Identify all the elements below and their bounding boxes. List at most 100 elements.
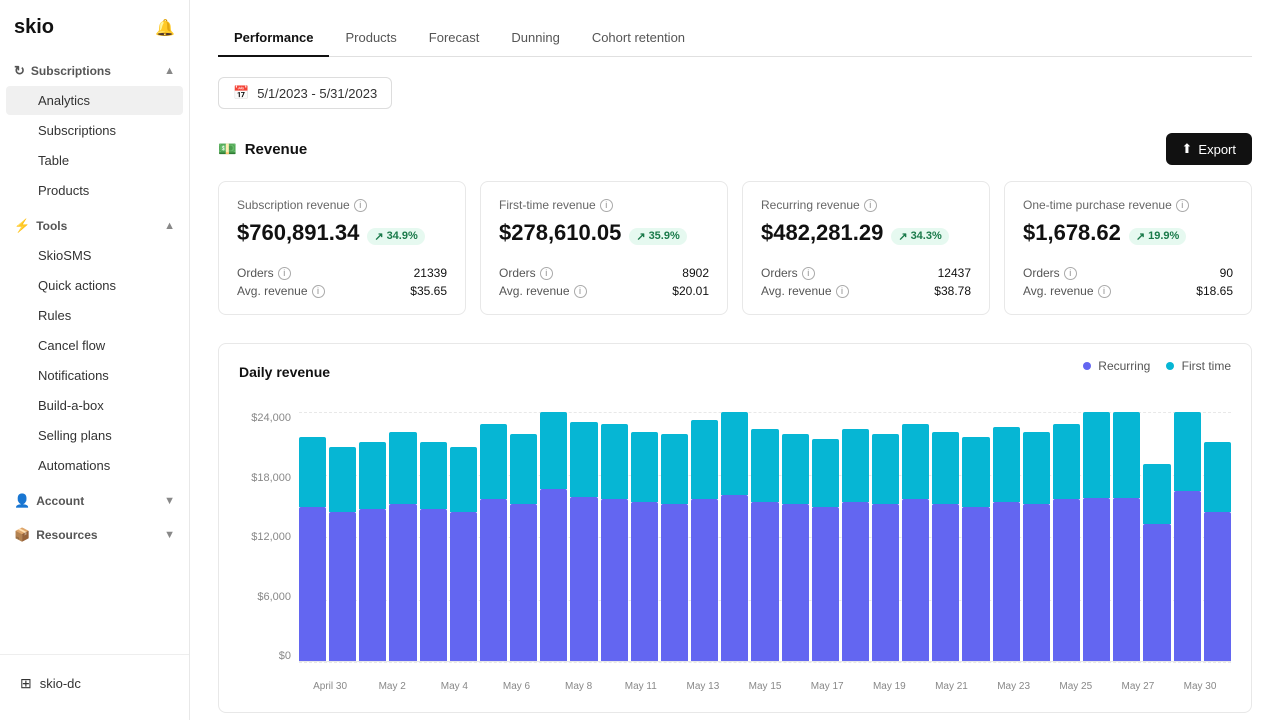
sidebar-item-notifications[interactable]: Notifications (6, 361, 183, 390)
chart-bar-group (420, 412, 447, 661)
sidebar-item-products[interactable]: Products (6, 176, 183, 205)
chart-y-axis: $24,000 $18,000 $12,000 $6,000 $0 (239, 412, 299, 662)
avg-info-icon[interactable]: i (312, 285, 325, 298)
orders-info-icon[interactable]: i (278, 267, 291, 280)
firsttime-info-icon[interactable]: i (600, 199, 613, 212)
chart-bar-group (359, 412, 386, 661)
chart-bar-group (902, 412, 929, 661)
x-axis-label: May 15 (734, 681, 796, 692)
bar-firsttime (721, 412, 748, 495)
sidebar: skio 🔔 ↻ Subscriptions ▲ Analytics Subsc… (0, 0, 190, 720)
sidebar-item-build-a-box[interactable]: Build-a-box (6, 391, 183, 420)
bar-recurring (359, 509, 386, 661)
ft-orders-info-icon[interactable]: i (540, 267, 553, 280)
bar-recurring (1023, 504, 1050, 661)
bar-recurring (1083, 498, 1110, 661)
badge-arrow-icon3: ↗ (898, 230, 907, 243)
recurring-stats: Orders i 12437 Avg. revenue i $38.78 (761, 266, 971, 298)
export-button[interactable]: ⬆ Export (1166, 133, 1252, 165)
sidebar-section-subscriptions: ↻ Subscriptions ▲ Analytics Subscription… (0, 55, 189, 206)
bar-recurring (510, 504, 537, 661)
bar-recurring (450, 512, 477, 661)
card-firsttime-label: First-time revenue i (499, 198, 709, 212)
firsttime-stats: Orders i 8902 Avg. revenue i $20.01 (499, 266, 709, 298)
chart-bar-group (842, 412, 869, 661)
legend-firsttime: First time (1166, 359, 1231, 373)
firsttime-badge: ↗ 35.9% (629, 228, 686, 245)
firsttime-avg-row: Avg. revenue i $20.01 (499, 284, 709, 298)
bar-firsttime (1023, 432, 1050, 504)
sidebar-item-skiosms[interactable]: SkioSMS (6, 241, 183, 270)
bar-firsttime (872, 434, 899, 504)
chart-bar-group (993, 412, 1020, 661)
revenue-title: Revenue (245, 141, 308, 158)
sidebar-item-analytics[interactable]: Analytics (6, 86, 183, 115)
x-axis-label: May 23 (983, 681, 1045, 692)
subscription-info-icon[interactable]: i (354, 199, 367, 212)
resources-section-header[interactable]: 📦 Resources ▼ (0, 519, 189, 549)
tab-products[interactable]: Products (329, 20, 412, 57)
chart-bar-group (1204, 412, 1231, 661)
card-onetime-value-row: $1,678.62 ↗ 19.9% (1023, 220, 1233, 252)
sidebar-item-subscriptions[interactable]: Subscriptions (6, 116, 183, 145)
account-section-header[interactable]: 👤 Account ▼ (0, 485, 189, 515)
bar-recurring (962, 507, 989, 661)
tools-section-header[interactable]: ⚡ Tools ▲ (0, 210, 189, 240)
bar-recurring (329, 512, 356, 661)
resources-section-label: 📦 Resources (14, 527, 98, 543)
tab-dunning[interactable]: Dunning (495, 20, 575, 57)
subscriptions-section-header[interactable]: ↻ Subscriptions ▲ (0, 55, 189, 85)
bar-recurring (299, 507, 326, 661)
sidebar-item-cancel-flow[interactable]: Cancel flow (6, 331, 183, 360)
onetime-info-icon[interactable]: i (1176, 199, 1189, 212)
bar-firsttime (902, 424, 929, 499)
store-switcher[interactable]: ⊞ skio-dc (10, 667, 179, 700)
tab-cohort-retention[interactable]: Cohort retention (576, 20, 701, 57)
rec-avg-info-icon[interactable]: i (836, 285, 849, 298)
bar-firsttime (812, 439, 839, 506)
date-range-picker[interactable]: 📅 5/1/2023 - 5/31/2023 (218, 77, 392, 109)
sidebar-item-quick-actions[interactable]: Quick actions (6, 271, 183, 300)
tab-performance[interactable]: Performance (218, 20, 329, 57)
chart-bar-group (601, 412, 628, 661)
chart-bar-group (510, 412, 537, 661)
chart-bar-group (721, 412, 748, 661)
x-axis-label: May 25 (1045, 681, 1107, 692)
bar-firsttime (329, 447, 356, 512)
sidebar-item-selling-plans[interactable]: Selling plans (6, 421, 183, 450)
sidebar-item-rules[interactable]: Rules (6, 301, 183, 330)
bar-recurring (902, 499, 929, 661)
rec-orders-info-icon[interactable]: i (802, 267, 815, 280)
ft-avg-info-icon[interactable]: i (574, 285, 587, 298)
tab-forecast[interactable]: Forecast (413, 20, 496, 57)
calendar-icon: 📅 (233, 85, 249, 101)
chart-bar-group (570, 412, 597, 661)
recurring-badge: ↗ 34.3% (891, 228, 948, 245)
x-axis-label: May 21 (920, 681, 982, 692)
recurring-info-icon[interactable]: i (864, 199, 877, 212)
bar-firsttime (1143, 464, 1170, 524)
bar-recurring (993, 502, 1020, 661)
badge-arrow-icon2: ↗ (636, 230, 645, 243)
firsttime-dot (1166, 362, 1174, 370)
ot-avg-info-icon[interactable]: i (1098, 285, 1111, 298)
bar-firsttime (962, 437, 989, 507)
bar-firsttime (601, 424, 628, 499)
bar-firsttime (570, 422, 597, 497)
tools-chevron: ▲ (164, 220, 175, 232)
bar-firsttime (1113, 412, 1140, 498)
revenue-card-recurring: Recurring revenue i $482,281.29 ↗ 34.3% … (742, 181, 990, 315)
sidebar-item-table[interactable]: Table (6, 146, 183, 175)
recurring-orders-row: Orders i 12437 (761, 266, 971, 280)
ot-orders-info-icon[interactable]: i (1064, 267, 1077, 280)
notification-bell-icon[interactable]: 🔔 (155, 18, 175, 38)
main-content: Performance Products Forecast Dunning Co… (190, 0, 1280, 720)
revenue-title-area: 💵 Revenue (218, 140, 307, 158)
bar-recurring (420, 509, 447, 661)
sidebar-item-automations[interactable]: Automations (6, 451, 183, 480)
bar-firsttime (1174, 412, 1201, 491)
bar-firsttime (299, 437, 326, 507)
revenue-cards: Subscription revenue i $760,891.34 ↗ 34.… (218, 181, 1252, 315)
subscription-value: $760,891.34 (237, 220, 359, 246)
bar-recurring (812, 507, 839, 661)
